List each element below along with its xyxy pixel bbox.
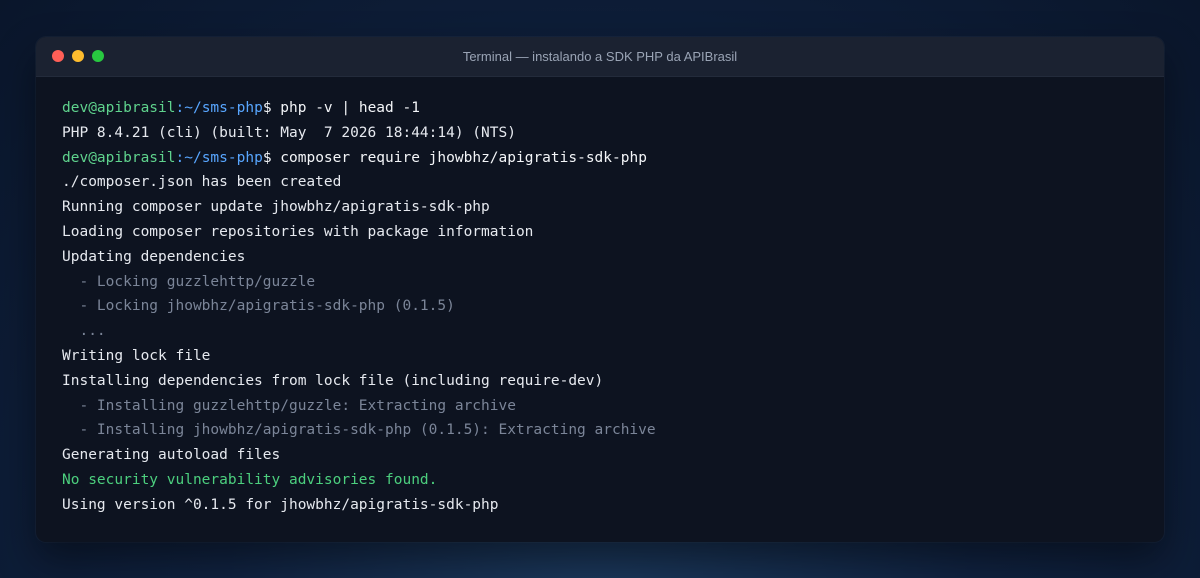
prompt-path: :~/sms-php <box>175 149 263 166</box>
output-line: PHP 8.4.21 (cli) (built: May 7 2026 18:4… <box>62 124 516 141</box>
terminal-window: Terminal — instalando a SDK PHP da APIBr… <box>36 37 1164 542</box>
prompt-line: dev@apibrasil:~/sms-php$ php -v | head -… <box>62 96 1144 121</box>
title-bar: Terminal — instalando a SDK PHP da APIBr… <box>36 37 1164 77</box>
detail-output-line: ... <box>62 323 106 340</box>
detail-output-line: - Locking guzzlehttp/guzzle <box>62 273 316 290</box>
output-line: Using version ^0.1.5 for jhowbhz/apigrat… <box>62 496 499 513</box>
output-line: Installing dependencies from lock file (… <box>62 372 604 389</box>
detail-output-line: - Locking jhowbhz/apigratis-sdk-php (0.1… <box>62 298 455 315</box>
output-line: Running composer update jhowbhz/apigrati… <box>62 199 490 216</box>
output-line: ./composer.json has been created <box>62 174 342 191</box>
detail-output-line: - Installing guzzlehttp/guzzle: Extracti… <box>62 397 516 414</box>
prompt-symbol: $ <box>262 149 281 166</box>
terminal-output[interactable]: dev@apibrasil:~/sms-php$ php -v | head -… <box>62 96 1144 518</box>
output-line: Generating autoload files <box>62 447 281 464</box>
command-text: php -v | head -1 <box>280 100 420 116</box>
detail-output-line: - Installing jhowbhz/apigratis-sdk-php (… <box>62 422 656 439</box>
window-title: Terminal — instalando a SDK PHP da APIBr… <box>462 49 738 64</box>
command-text: composer require jhowbhz/apigratis-sdk-p… <box>280 149 647 166</box>
output-line: Updating dependencies <box>62 248 246 265</box>
success-output-line: No security vulnerability advisories fou… <box>62 471 438 488</box>
prompt-path: :~/sms-php <box>175 100 263 116</box>
prompt-line: dev@apibrasil:~/sms-php$ composer requir… <box>62 146 1144 171</box>
prompt-symbol: $ <box>262 100 281 116</box>
output-line: Writing lock file <box>62 347 211 364</box>
prompt-user-host: dev@apibrasil <box>62 100 176 116</box>
prompt-user-host: dev@apibrasil <box>62 149 176 166</box>
output-line: Loading composer repositories with packa… <box>62 223 534 240</box>
